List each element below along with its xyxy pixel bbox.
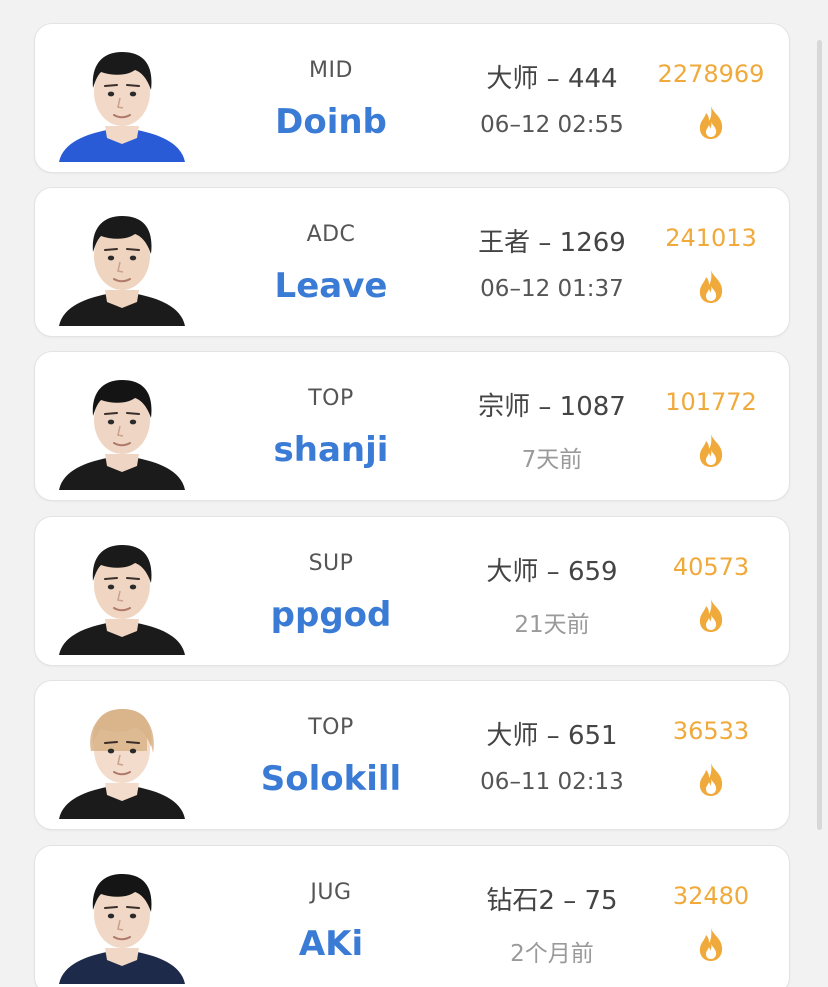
heat-count: 40573 xyxy=(672,553,750,581)
heat-count: 36533 xyxy=(672,717,750,745)
fire-icon xyxy=(694,926,728,962)
player-rank: 大师 – 659 xyxy=(486,557,618,587)
fire-icon xyxy=(694,104,728,140)
last-game-time: 06–11 02:13 xyxy=(480,769,624,795)
player-name[interactable]: ppgod xyxy=(233,595,429,635)
player-role: ADC xyxy=(306,222,356,247)
player-role: SUP xyxy=(308,551,354,576)
player-list: MID Doinb 大师 – 444 06–12 02:55 2278969 A… xyxy=(0,0,828,987)
player-role: TOP xyxy=(308,715,354,740)
heat-count: 32480 xyxy=(672,882,750,910)
player-avatar xyxy=(57,856,187,984)
fire-icon xyxy=(694,761,728,797)
heat-count: 101772 xyxy=(665,388,757,416)
player-card[interactable]: MID Doinb 大师 – 444 06–12 02:55 2278969 xyxy=(34,23,790,173)
player-rank: 大师 – 444 xyxy=(486,64,618,94)
player-card[interactable]: SUP ppgod 大师 – 659 21天前 40573 xyxy=(34,516,790,666)
fire-icon xyxy=(694,268,728,304)
last-game-time: 2个月前 xyxy=(510,941,594,967)
player-name[interactable]: AKi xyxy=(233,924,429,964)
player-name[interactable]: shanji xyxy=(233,430,429,470)
last-game-time: 06–12 01:37 xyxy=(480,276,624,302)
scrollbar[interactable] xyxy=(817,40,822,830)
last-game-time: 21天前 xyxy=(514,612,590,638)
player-card[interactable]: TOP shanji 宗师 – 1087 7天前 101772 xyxy=(34,351,790,501)
player-rank: 大师 – 651 xyxy=(486,721,618,751)
last-game-time: 7天前 xyxy=(521,447,583,473)
player-avatar xyxy=(57,34,187,162)
player-avatar xyxy=(57,362,187,490)
last-game-time: 06–12 02:55 xyxy=(480,112,624,138)
heat-count: 241013 xyxy=(665,224,757,252)
player-role: TOP xyxy=(308,386,354,411)
player-role: JUG xyxy=(310,880,352,905)
player-name[interactable]: Leave xyxy=(233,266,429,306)
player-avatar xyxy=(57,691,187,819)
player-card[interactable]: TOP Solokill 大师 – 651 06–11 02:13 36533 xyxy=(34,680,790,830)
player-rank: 王者 – 1269 xyxy=(478,228,626,258)
heat-count: 2278969 xyxy=(657,60,765,88)
player-avatar xyxy=(57,198,187,326)
player-name[interactable]: Solokill xyxy=(233,759,429,799)
player-name[interactable]: Doinb xyxy=(233,102,429,142)
player-card[interactable]: JUG AKi 钻石2 – 75 2个月前 32480 xyxy=(34,845,790,987)
player-avatar xyxy=(57,527,187,655)
player-card[interactable]: ADC Leave 王者 – 1269 06–12 01:37 241013 xyxy=(34,187,790,337)
player-rank: 宗师 – 1087 xyxy=(478,392,626,422)
player-role: MID xyxy=(309,58,353,83)
player-rank: 钻石2 – 75 xyxy=(486,886,618,916)
fire-icon xyxy=(694,597,728,633)
fire-icon xyxy=(694,432,728,468)
